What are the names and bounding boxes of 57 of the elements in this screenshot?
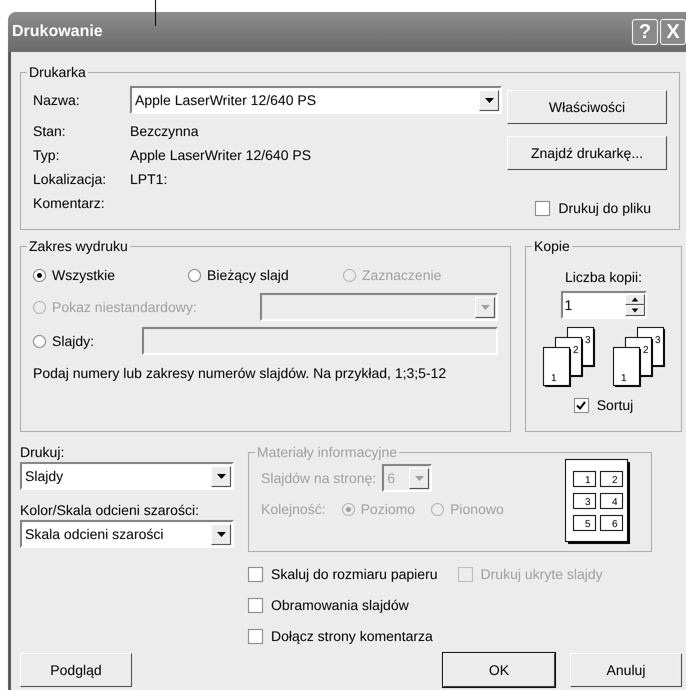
group-title: Materiały informacyjne	[256, 443, 398, 462]
checkbox-label: Obramowania slajdów	[271, 596, 409, 615]
field-label: Nazwa:	[33, 90, 81, 110]
print-what-dropdown[interactable]: Slajdy	[20, 462, 234, 490]
checkbox-label: Skaluj do rozmiaru papieru	[271, 565, 438, 584]
field-label: Stan:	[33, 122, 67, 140]
field-label: Komentarz:	[33, 194, 106, 212]
checkbox[interactable]	[248, 598, 263, 613]
find-printer-button[interactable]: Znajdź drukarkę...	[507, 136, 667, 170]
handout-layout-drawing: 1 2 3 4 5 6	[565, 459, 631, 545]
slides-input-field[interactable]	[142, 327, 498, 355]
checkbox[interactable]	[248, 629, 263, 644]
checkbox[interactable]	[574, 398, 589, 413]
field-label: Kolor/Skala odcieni szarości:	[20, 501, 200, 520]
check-icon	[576, 401, 586, 410]
group-title: Zakres wydruku	[28, 237, 129, 256]
field-label: Lokalizacja:	[33, 170, 108, 189]
checkbox-label: Dołącz strony komentarza	[271, 627, 433, 646]
radio-label: Wszystkie	[52, 266, 115, 285]
radio-button[interactable]	[33, 268, 46, 282]
field-label: Liczba kopii:	[564, 268, 642, 287]
color-dropdown[interactable]: Skala odcieni szarości	[20, 520, 234, 548]
field-value: Bezczynna	[130, 122, 198, 141]
group-title: Drukarka	[28, 63, 87, 82]
hint-text: Podaj numery lub zakresy numerów slajdów. Na przykład, 1;3;5-12	[33, 364, 448, 383]
field-label: Slajdów na stronę:	[261, 468, 376, 488]
group-title: Kopie	[533, 237, 571, 256]
checkbox[interactable]	[248, 567, 263, 582]
collate-drawing: 3 2 1	[612, 327, 664, 389]
radio-label: Poziomo	[360, 500, 416, 519]
ok-button[interactable]: OK	[443, 653, 555, 687]
field-label: Typ:	[33, 146, 60, 165]
leader-line	[155, 0, 156, 26]
field-label: Kolejność:	[261, 500, 326, 519]
radio-label: Zaznaczenie	[362, 266, 442, 284]
radio-label: Pokaz niestandardowy:	[52, 298, 197, 317]
collate-drawing: 3 2 1	[542, 327, 594, 389]
radio-label: Pionowo	[450, 500, 504, 519]
checkbox-label: Sortuj	[596, 396, 634, 415]
spin-arrows-icon	[624, 294, 644, 316]
checkbox-label: Drukuj do pliku	[558, 199, 651, 218]
field-value: LPT1:	[130, 170, 168, 188]
custom-show-dropdown[interactable]	[260, 293, 498, 321]
printer-dropdown[interactable]: Apple LaserWriter 12/640 PS	[130, 86, 502, 114]
checkbox[interactable]	[535, 201, 550, 216]
radio-label: Bieżący slajd	[207, 266, 289, 285]
checkbox-label: Drukuj ukryte slajdy	[480, 565, 603, 584]
properties-button[interactable]: Właściwości	[507, 90, 667, 124]
radio-button[interactable]	[33, 334, 46, 348]
window-title: Drukowanie	[12, 22, 103, 42]
field-label: Drukuj:	[20, 443, 66, 462]
cancel-button[interactable]: Anuluj	[570, 653, 682, 687]
copies-spin-field[interactable]: 1	[560, 291, 646, 319]
radio-button[interactable]	[188, 268, 201, 282]
field-value: Apple LaserWriter 12/640 PS	[130, 146, 312, 165]
preview-button[interactable]: Podgląd	[20, 653, 132, 687]
radio-label: Slajdy:	[52, 332, 94, 351]
